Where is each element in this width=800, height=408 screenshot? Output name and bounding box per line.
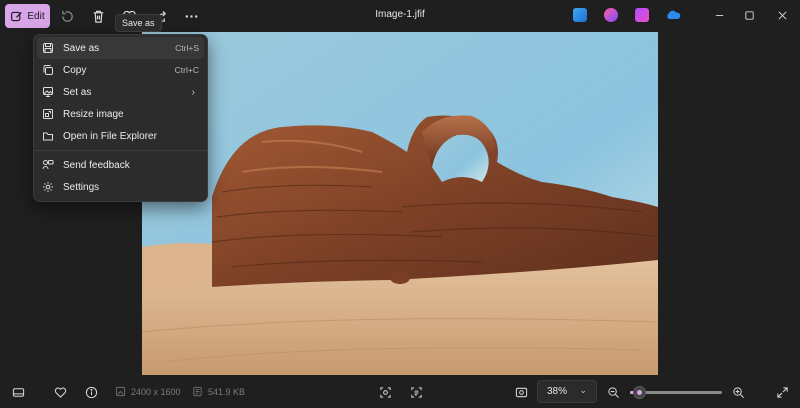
visual-search-icon (379, 386, 391, 398)
clipchamp-app-icon[interactable] (604, 8, 618, 22)
more-icon (185, 14, 197, 18)
menu-divider (34, 150, 207, 151)
onedrive-icon[interactable] (665, 8, 681, 22)
photo (142, 32, 658, 375)
menu-item-send-feedback[interactable]: Send feedback (37, 154, 204, 176)
bottom-status-bar: 2400 x 1600 541.9 KB 38% ⌄ (0, 375, 800, 408)
edit-button[interactable]: Edit (5, 4, 50, 28)
menu-item-label: Settings (63, 181, 100, 193)
zoom-slider-thumb[interactable] (632, 386, 646, 399)
rotate-icon (61, 10, 73, 22)
chevron-down-icon: ⌄ (579, 385, 587, 395)
zoom-out-icon (607, 386, 619, 398)
close-button[interactable] (768, 4, 796, 26)
expand-icon (776, 386, 788, 398)
set-as-icon (42, 86, 54, 98)
zoom-level-value: 38% (547, 386, 568, 397)
menu-item-label: Save as (63, 42, 100, 54)
fit-window-icon (515, 387, 527, 397)
trash-icon (93, 10, 103, 23)
dimensions-icon (115, 386, 126, 397)
copy-icon (42, 64, 54, 76)
menu-item-open-in-file-explorer[interactable]: Open in File Explorer (37, 125, 204, 147)
designer-app-icon[interactable] (573, 8, 587, 22)
menu-item-label: Send feedback (63, 159, 130, 171)
file-info-button[interactable] (84, 385, 98, 399)
info-icon (85, 386, 97, 398)
minimize-icon (715, 14, 723, 16)
zoom-level-dropdown[interactable]: 38% ⌄ (537, 380, 597, 403)
save-icon (42, 42, 54, 54)
scan-text-icon (410, 386, 422, 398)
zoom-out-button[interactable] (606, 385, 620, 399)
text-scan-button[interactable] (409, 385, 423, 399)
folder-icon (42, 130, 54, 142)
fit-to-window-button[interactable] (514, 385, 528, 399)
menu-item-label: Set as (63, 86, 92, 98)
gear-icon (42, 181, 54, 193)
edit-icon (11, 11, 23, 21)
maximize-icon (744, 10, 754, 20)
rotate-button[interactable] (55, 4, 79, 28)
tooltip: Save as (115, 14, 162, 32)
filmstrip-button[interactable] (11, 385, 25, 399)
menu-item-label: Open in File Explorer (63, 130, 157, 142)
more-options-button[interactable] (179, 4, 203, 28)
more-options-menu: Save as Ctrl+S Copy Ctrl+C Set as › Resi… (33, 34, 208, 202)
close-icon (778, 11, 786, 19)
visual-search-button[interactable] (378, 385, 392, 399)
delete-button[interactable] (86, 4, 110, 28)
shortcut-label: Ctrl+S (175, 43, 199, 53)
edit-label: Edit (27, 10, 45, 22)
minimize-button[interactable] (705, 4, 733, 26)
resize-icon (42, 108, 54, 120)
menu-item-set-as[interactable]: Set as › (37, 81, 204, 103)
fullscreen-button[interactable] (775, 385, 789, 399)
menu-item-settings[interactable]: Settings (37, 176, 204, 198)
menu-item-copy[interactable]: Copy Ctrl+C (37, 59, 204, 81)
file-size: 541.9 KB (208, 387, 246, 397)
image-dimensions: 2400 x 1600 (131, 387, 181, 397)
menu-item-save-as[interactable]: Save as Ctrl+S (37, 37, 204, 59)
video-editor-app-icon[interactable] (635, 8, 649, 22)
menu-item-resize-image[interactable]: Resize image (37, 103, 204, 125)
heart-icon (54, 387, 66, 398)
zoom-in-icon (732, 386, 744, 398)
filmstrip-icon (12, 387, 24, 397)
favorite-status-button[interactable] (53, 385, 67, 399)
menu-item-label: Resize image (63, 108, 124, 120)
feedback-icon (42, 159, 54, 171)
chevron-right-icon: › (191, 86, 195, 98)
zoom-in-button[interactable] (731, 385, 745, 399)
menu-item-label: Copy (63, 64, 87, 76)
shortcut-label: Ctrl+C (174, 65, 199, 75)
maximize-button[interactable] (735, 4, 763, 26)
file-size-icon (193, 386, 202, 397)
